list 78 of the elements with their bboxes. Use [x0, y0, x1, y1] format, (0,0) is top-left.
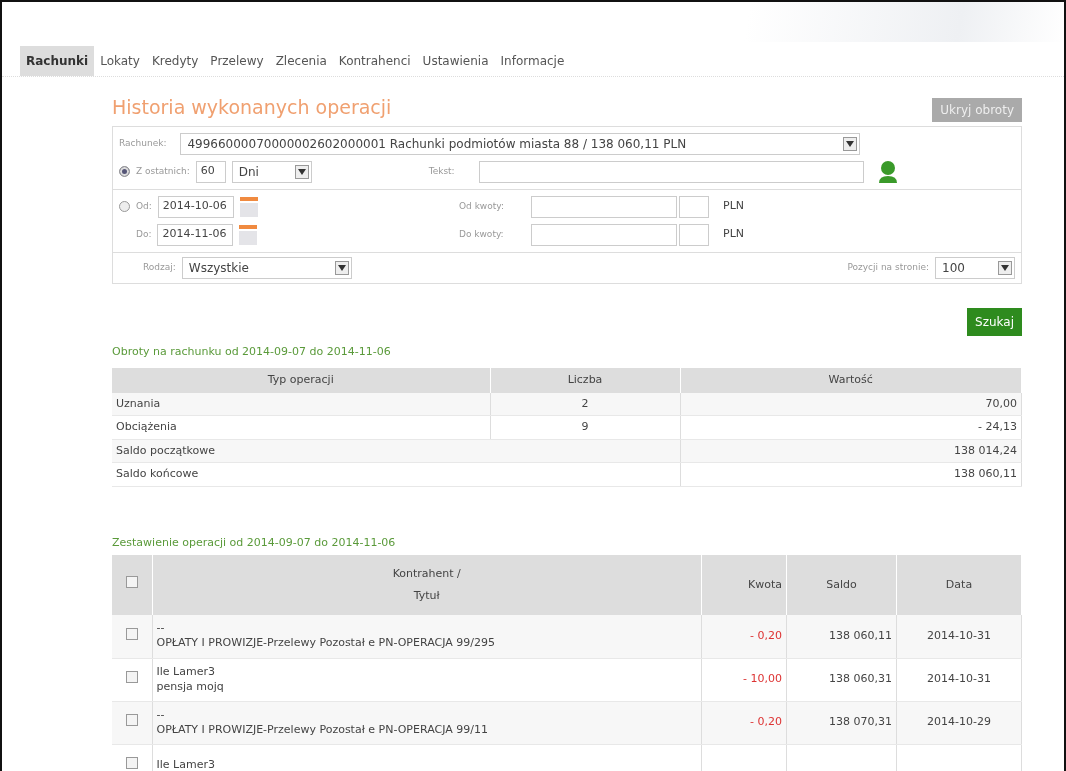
counterparty-text: --	[156, 621, 166, 637]
balance-text: 138 060,11	[829, 629, 892, 642]
date-text: 2014-10-31	[927, 672, 991, 686]
amount-text: - 0,20	[750, 629, 782, 642]
table-cell: 138 014,24	[680, 439, 1022, 463]
field-label: Pozycji na stronie:	[847, 260, 929, 274]
column-header: Data	[896, 555, 1022, 615]
search-button[interactable]: Szukaj	[967, 307, 1022, 336]
field-label: Do:	[136, 227, 152, 241]
select-all-checkbox[interactable]	[125, 576, 138, 589]
table-cell: Obciążenia	[112, 415, 490, 439]
table-cell: Uznania	[112, 392, 490, 416]
operation-title: pensja mojq	[156, 679, 225, 695]
row-checkbox[interactable]	[125, 756, 138, 769]
field-label: Do kwoty:	[459, 227, 505, 241]
table-cell: 9	[490, 415, 680, 439]
dropdown-field[interactable]: Dni	[231, 160, 312, 183]
amount-field[interactable]	[531, 223, 677, 246]
currency-label: PLN	[723, 226, 744, 243]
currency-label: PLN	[723, 198, 744, 215]
field-label: Z ostatnich:	[136, 164, 190, 178]
row-checkbox[interactable]	[125, 627, 138, 640]
table-cell: 2	[490, 392, 680, 416]
date-field[interactable]: 2014-11-06	[157, 223, 234, 246]
section-title: Obroty na rachunku od 2014-09-07 do 2014-11-06	[112, 343, 392, 360]
nav-tab[interactable]: Lokaty	[94, 46, 146, 76]
nav-tab[interactable]: Kredyty	[145, 46, 205, 76]
nav-tab[interactable]: Kontrahenci	[332, 46, 417, 76]
field-label: Od kwoty:	[459, 199, 505, 213]
field-label: Rachunek:	[119, 136, 167, 150]
row-checkbox[interactable]	[125, 713, 138, 726]
column-header: Wartość	[680, 368, 1022, 393]
page-title: Historia wykonanych operacji	[112, 95, 392, 120]
amount-field[interactable]	[531, 195, 677, 218]
table-cell: - 24,13	[680, 415, 1022, 439]
counterparty-text: Ile Lamer3	[156, 758, 216, 771]
table-cell: Saldo końcowe	[112, 462, 680, 486]
date-text: 2014-10-29	[927, 715, 991, 729]
column-header: Liczba	[490, 368, 680, 393]
table-cell: 70,00	[680, 392, 1022, 416]
row-checkbox[interactable]	[125, 670, 138, 683]
counterparty-text: --	[156, 707, 166, 723]
operation-title: OPŁATY I PROWIZJE-Przelewy Pozostał e PN-OPERACJA 99/295	[156, 636, 496, 652]
table-cell: Saldo początkowe	[112, 439, 680, 463]
date-field[interactable]: 2014-10-06	[157, 195, 234, 218]
field-label: Od:	[136, 199, 152, 213]
radio-button[interactable]	[119, 201, 130, 212]
nav-tab[interactable]: Informacje	[494, 46, 571, 76]
dropdown-field[interactable]: 100	[935, 256, 1015, 279]
column-header: Saldo	[786, 555, 897, 615]
amount-text: - 0,20	[750, 715, 782, 729]
days-field[interactable]: 60	[195, 160, 226, 183]
field-label: Rodzaj:	[143, 260, 176, 274]
nav-tab[interactable]: Przelewy	[204, 46, 270, 76]
cents-field[interactable]	[679, 195, 709, 218]
date-text: 2014-10-31	[927, 629, 991, 642]
nav-tab[interactable]: Zlecenia	[269, 46, 333, 76]
column-header: Kwota	[701, 555, 787, 615]
column-header: Typ operacji	[112, 368, 490, 393]
cents-field[interactable]	[679, 223, 709, 246]
text-field[interactable]	[478, 160, 864, 183]
operation-title: OPŁATY I PROWIZJE-Przelewy Pozostał e PN-OPERACJA 99/11	[156, 722, 489, 738]
dropdown-field[interactable]: Wszystkie	[181, 256, 352, 279]
radio-button[interactable]	[119, 166, 130, 177]
dropdown-field[interactable]: 49966000070000002602000001 Rachunki podmiotów miasta 88 / 138 060,11 PLN	[180, 132, 861, 155]
user-icon[interactable]	[877, 160, 898, 183]
nav-tab[interactable]: Ustawienia	[416, 46, 495, 76]
section-title: Zestawienie operacji od 2014-09-07 do 2014-11-06	[112, 534, 397, 551]
balance-text: 138 070,31	[829, 715, 892, 729]
calendar-icon[interactable]	[239, 224, 258, 245]
column-header: Kontrahent / Tytuł	[152, 555, 702, 615]
balance-text: 138 060,31	[829, 672, 892, 686]
field-label: Tekst:	[428, 164, 455, 178]
table-cell: 138 060,11	[680, 462, 1022, 486]
calendar-icon[interactable]	[239, 196, 258, 217]
counterparty-text: Ile Lamer3	[156, 664, 216, 680]
amount-text: - 10,00	[743, 672, 782, 686]
nav-tab[interactable]: Rachunki	[20, 46, 95, 76]
